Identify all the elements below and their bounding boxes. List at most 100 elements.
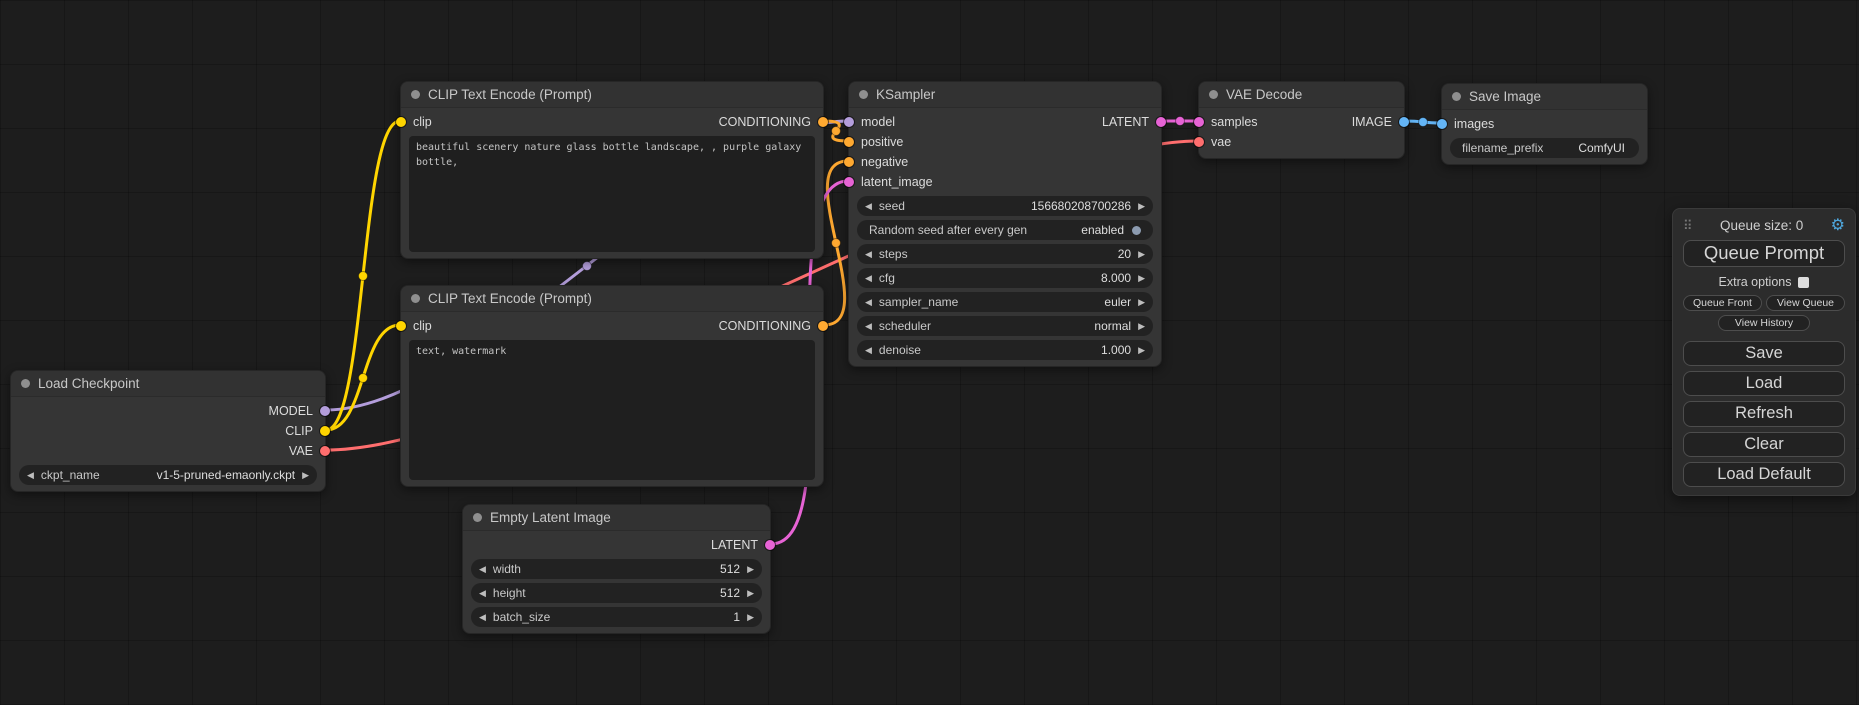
decrement-arrow-icon[interactable]: ◀	[865, 202, 872, 211]
image-output-port[interactable]	[1399, 117, 1409, 127]
random-seed-toggle[interactable]: Random seed after every gen enabled	[857, 220, 1153, 240]
latent-image-input-port[interactable]	[844, 177, 854, 187]
conditioning-output-port[interactable]	[818, 321, 828, 331]
conditioning-output-port[interactable]	[818, 117, 828, 127]
prompt-textarea[interactable]: beautiful scenery nature glass bottle la…	[409, 136, 815, 252]
widget-label: sampler_name	[879, 295, 958, 309]
clip-input-port[interactable]	[396, 321, 406, 331]
clear-button[interactable]: Clear	[1683, 432, 1845, 457]
collapse-dot[interactable]	[473, 513, 482, 522]
wire-clip-negative	[326, 325, 400, 430]
decrement-arrow-icon[interactable]: ◀	[479, 589, 486, 598]
latent-output-port[interactable]	[765, 540, 775, 550]
decrement-arrow-icon[interactable]: ◀	[479, 613, 486, 622]
decrement-arrow-icon[interactable]: ◀	[479, 565, 486, 574]
node-header[interactable]: VAE Decode	[1199, 82, 1404, 108]
increment-arrow-icon[interactable]: ▶	[1138, 298, 1145, 307]
decrement-arrow-icon[interactable]: ◀	[865, 322, 872, 331]
decrement-arrow-icon[interactable]: ◀	[865, 250, 872, 259]
clip-input-port[interactable]	[396, 117, 406, 127]
node-clip-text-encode-negative[interactable]: CLIP Text Encode (Prompt) clip CONDITION…	[400, 285, 824, 487]
vae-input-port[interactable]	[1194, 137, 1204, 147]
filename-prefix-widget[interactable]: filename_prefix ComfyUI	[1450, 138, 1639, 158]
node-vae-decode[interactable]: VAE Decode samples IMAGE vae	[1198, 81, 1405, 159]
widget-label: seed	[879, 199, 905, 213]
height-widget[interactable]: ◀ height 512 ▶	[471, 583, 762, 603]
node-ksampler[interactable]: KSampler model LATENT positive negative …	[848, 81, 1162, 367]
increment-arrow-icon[interactable]: ▶	[302, 471, 309, 480]
node-header[interactable]: Load Checkpoint	[11, 371, 325, 397]
steps-widget[interactable]: ◀ steps 20 ▶	[857, 244, 1153, 264]
widget-label: batch_size	[493, 610, 550, 624]
node-clip-text-encode-positive[interactable]: CLIP Text Encode (Prompt) clip CONDITION…	[400, 81, 824, 259]
load-default-button[interactable]: Load Default	[1683, 462, 1845, 487]
node-header[interactable]: KSampler	[849, 82, 1161, 108]
node-load-checkpoint[interactable]: Load Checkpoint MODEL CLIP VAE ◀ ckpt_na…	[10, 370, 326, 492]
ckpt-name-widget[interactable]: ◀ ckpt_name v1-5-pruned-emaonly.ckpt ▶	[19, 465, 317, 485]
increment-arrow-icon[interactable]: ▶	[747, 565, 754, 574]
drag-handle-icon[interactable]: ⠿	[1683, 219, 1693, 232]
view-queue-button[interactable]: View Queue	[1766, 295, 1845, 311]
samples-input-port[interactable]	[1194, 117, 1204, 127]
view-history-button[interactable]: View History	[1718, 315, 1810, 331]
vae-output-port[interactable]	[320, 446, 330, 456]
widget-label: Random seed after every gen	[869, 223, 1027, 237]
load-button[interactable]: Load	[1683, 371, 1845, 396]
decrement-arrow-icon[interactable]: ◀	[865, 274, 872, 283]
latent-output-port[interactable]	[1156, 117, 1166, 127]
node-canvas[interactable]: Load Checkpoint MODEL CLIP VAE ◀ ckpt_na…	[0, 0, 1859, 705]
model-output-port[interactable]	[320, 406, 330, 416]
queue-prompt-button[interactable]: Queue Prompt	[1683, 240, 1845, 266]
node-save-image[interactable]: Save Image images filename_prefix ComfyU…	[1441, 83, 1648, 165]
batch-size-widget[interactable]: ◀ batch_size 1 ▶	[471, 607, 762, 627]
negative-input-port[interactable]	[844, 157, 854, 167]
save-button[interactable]: Save	[1683, 341, 1845, 366]
positive-input-port[interactable]	[844, 137, 854, 147]
increment-arrow-icon[interactable]: ▶	[1138, 250, 1145, 259]
port-label-vae: vae	[1211, 135, 1231, 149]
node-header[interactable]: Empty Latent Image	[463, 505, 770, 531]
decrement-arrow-icon[interactable]: ◀	[865, 346, 872, 355]
increment-arrow-icon[interactable]: ▶	[1138, 274, 1145, 283]
widget-value: 512	[720, 562, 740, 576]
collapse-dot[interactable]	[859, 90, 868, 99]
decrement-arrow-icon[interactable]: ◀	[27, 471, 34, 480]
extra-options-checkbox[interactable]	[1798, 277, 1809, 288]
node-header[interactable]: Save Image	[1442, 84, 1647, 110]
collapse-dot[interactable]	[411, 294, 420, 303]
denoise-widget[interactable]: ◀ denoise 1.000 ▶	[857, 340, 1153, 360]
queue-front-button[interactable]: Queue Front	[1683, 295, 1762, 311]
settings-gear-icon[interactable]: ⚙	[1831, 218, 1845, 234]
collapse-dot[interactable]	[21, 379, 30, 388]
increment-arrow-icon[interactable]: ▶	[1138, 322, 1145, 331]
clip-output-port[interactable]	[320, 426, 330, 436]
node-header[interactable]: CLIP Text Encode (Prompt)	[401, 82, 823, 108]
increment-arrow-icon[interactable]: ▶	[1138, 346, 1145, 355]
port-label-positive: positive	[861, 135, 903, 149]
increment-arrow-icon[interactable]: ▶	[747, 589, 754, 598]
images-input-port[interactable]	[1437, 119, 1447, 129]
toggle-dot-icon[interactable]	[1132, 226, 1141, 235]
sampler-name-widget[interactable]: ◀ sampler_name euler ▶	[857, 292, 1153, 312]
collapse-dot[interactable]	[411, 90, 420, 99]
widget-label: denoise	[879, 343, 921, 357]
output-row-clip: CLIP	[11, 421, 325, 441]
scheduler-widget[interactable]: ◀ scheduler normal ▶	[857, 316, 1153, 336]
node-empty-latent-image[interactable]: Empty Latent Image LATENT ◀ width 512 ▶ …	[462, 504, 771, 634]
collapse-dot[interactable]	[1209, 90, 1218, 99]
link-midpoint-dot	[1419, 118, 1428, 127]
width-widget[interactable]: ◀ width 512 ▶	[471, 559, 762, 579]
port-row: clip CONDITIONING	[401, 316, 823, 336]
seed-widget[interactable]: ◀ seed 156680208700286 ▶	[857, 196, 1153, 216]
collapse-dot[interactable]	[1452, 92, 1461, 101]
history-row: View History	[1683, 315, 1845, 331]
prompt-textarea[interactable]: text, watermark	[409, 340, 815, 480]
cfg-widget[interactable]: ◀ cfg 8.000 ▶	[857, 268, 1153, 288]
decrement-arrow-icon[interactable]: ◀	[865, 298, 872, 307]
increment-arrow-icon[interactable]: ▶	[1138, 202, 1145, 211]
node-header[interactable]: CLIP Text Encode (Prompt)	[401, 286, 823, 312]
model-input-port[interactable]	[844, 117, 854, 127]
refresh-button[interactable]: Refresh	[1683, 401, 1845, 426]
increment-arrow-icon[interactable]: ▶	[747, 613, 754, 622]
node-title: Save Image	[1469, 89, 1541, 104]
